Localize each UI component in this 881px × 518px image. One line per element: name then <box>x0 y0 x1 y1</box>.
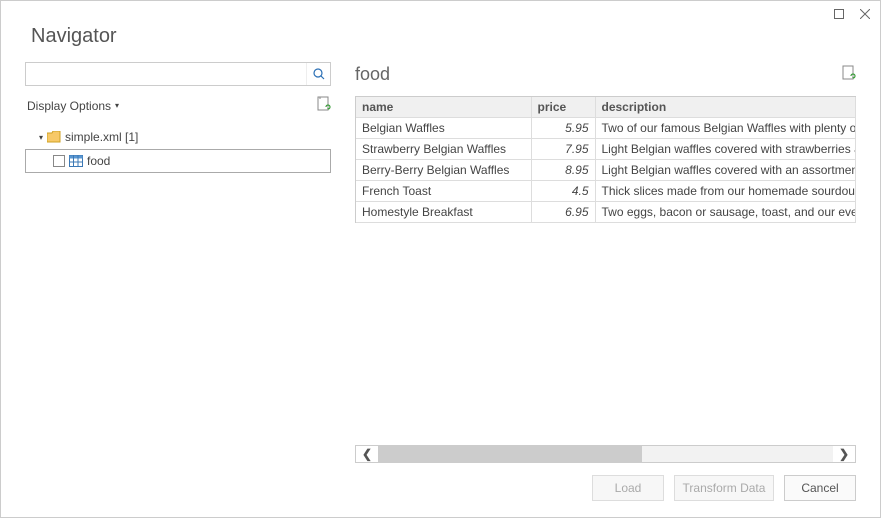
tree-item-root[interactable]: ▾ simple.xml [1] <box>25 125 331 149</box>
table-icon <box>69 155 83 167</box>
dialog-title: Navigator <box>1 1 880 62</box>
cell: French Toast <box>356 181 531 202</box>
cell: Berry-Berry Belgian Waffles <box>356 160 531 181</box>
scroll-right-arrow[interactable]: ❯ <box>833 447 855 461</box>
maximize-button[interactable] <box>832 7 846 21</box>
folder-icon <box>47 131 61 143</box>
select-checkbox[interactable] <box>53 155 65 167</box>
column-header-name[interactable]: name <box>356 97 531 118</box>
nav-tree: ▾ simple.xml [1] food <box>25 125 331 173</box>
horizontal-scrollbar[interactable]: ❮ ❯ <box>355 445 856 463</box>
refresh-preview-icon[interactable] <box>842 65 856 84</box>
cell: 8.95 <box>531 160 595 181</box>
cell: Two eggs, bacon or sausage, toast, and o… <box>595 202 856 223</box>
cell: 7.95 <box>531 139 595 160</box>
cell: Two of our famous Belgian Waffles with p… <box>595 118 856 139</box>
cell: Strawberry Belgian Waffles <box>356 139 531 160</box>
load-button[interactable]: Load <box>592 475 664 501</box>
tree-item-label: simple.xml [1] <box>65 130 138 144</box>
preview-table: name price description Belgian Waffles5.… <box>355 96 856 223</box>
display-options-label: Display Options <box>27 99 111 113</box>
cancel-button[interactable]: Cancel <box>784 475 856 501</box>
tree-item-food[interactable]: food <box>25 149 331 173</box>
cell: Thick slices made from our homemade sour… <box>595 181 856 202</box>
cell: 6.95 <box>531 202 595 223</box>
close-button[interactable] <box>858 7 872 21</box>
cell: 5.95 <box>531 118 595 139</box>
scroll-thumb[interactable] <box>378 446 642 462</box>
refresh-icon[interactable] <box>317 96 331 115</box>
expand-caret-icon: ▾ <box>39 133 43 142</box>
transform-data-button[interactable]: Transform Data <box>674 475 774 501</box>
scroll-left-arrow[interactable]: ❮ <box>356 447 378 461</box>
table-row[interactable]: French Toast4.5Thick slices made from ou… <box>356 181 856 202</box>
cell: Belgian Waffles <box>356 118 531 139</box>
navigation-pane: Display Options ▾ ▾ simple.xml [1] food <box>25 62 331 463</box>
display-options-dropdown[interactable]: Display Options ▾ <box>27 99 119 113</box>
search-button[interactable] <box>306 63 330 85</box>
scroll-track[interactable] <box>378 446 833 462</box>
table-row[interactable]: Homestyle Breakfast6.95Two eggs, bacon o… <box>356 202 856 223</box>
table-row[interactable]: Strawberry Belgian Waffles7.95Light Belg… <box>356 139 856 160</box>
cell: Homestyle Breakfast <box>356 202 531 223</box>
cell: Light Belgian waffles covered with straw… <box>595 139 856 160</box>
column-header-description[interactable]: description <box>595 97 856 118</box>
cell: Light Belgian waffles covered with an as… <box>595 160 856 181</box>
cell: 4.5 <box>531 181 595 202</box>
preview-pane: food name price description Belgian Waff… <box>355 62 856 463</box>
column-header-price[interactable]: price <box>531 97 595 118</box>
tree-item-label: food <box>87 154 110 168</box>
table-row[interactable]: Belgian Waffles5.95Two of our famous Bel… <box>356 118 856 139</box>
preview-title: food <box>355 64 390 85</box>
chevron-down-icon: ▾ <box>115 101 119 110</box>
search-input[interactable] <box>26 67 306 81</box>
table-row[interactable]: Berry-Berry Belgian Waffles8.95Light Bel… <box>356 160 856 181</box>
